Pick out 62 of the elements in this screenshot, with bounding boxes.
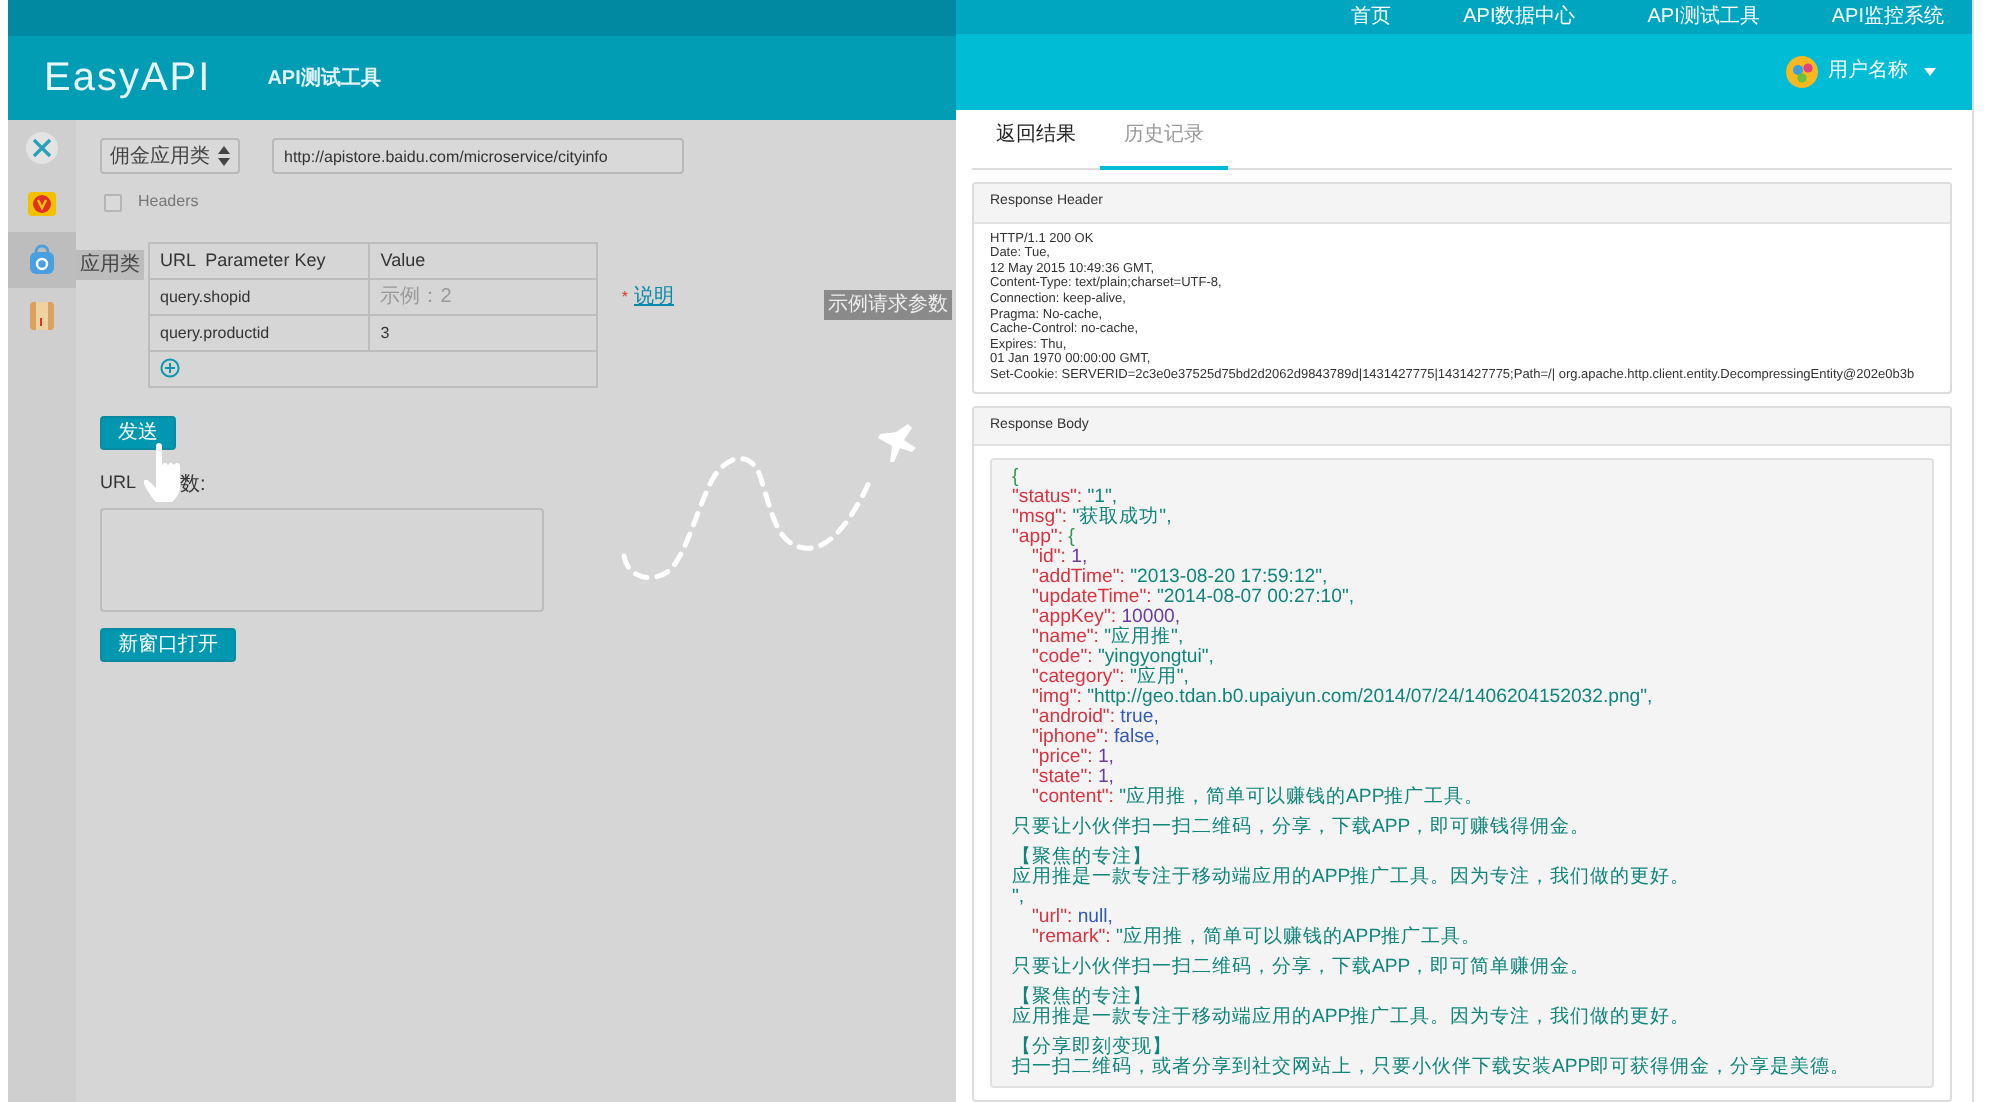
page-subtitle: API测试工具: [267, 65, 381, 93]
url-field[interactable]: http://apistore.baidu.com/microservice/cityinfo: [272, 138, 684, 174]
table-cell: query.shopid: [149, 279, 370, 315]
logo: EasyAPI: [44, 54, 212, 104]
add-icon[interactable]: [160, 358, 180, 379]
nav-link[interactable]: API数据中心: [1463, 1, 1576, 32]
book-icon: [26, 300, 58, 332]
nav-link[interactable]: API测试工具: [1647, 1, 1760, 32]
user-name[interactable]: 用户名称: [1828, 56, 1908, 87]
json-line: {: [1012, 468, 1021, 488]
avatar: [1786, 55, 1818, 88]
json-line: 只要让小伙伴扫一扫二维码，分享，下载APP，即可简单赚佣金。: [1012, 958, 1593, 978]
json-line: "app": {: [1012, 528, 1077, 548]
value-field[interactable]: 3: [369, 315, 597, 351]
tooltip: 示例请求参数: [824, 290, 952, 321]
url-label: 数:: [180, 472, 206, 500]
json-line: "category": "应用",: [1032, 668, 1191, 688]
json-line: "remark": "应用推，简单可以赚钱的APP推广工具。: [1030, 928, 1484, 948]
json-line: "updateTime": "2014-08-07 00:27:10",: [1032, 588, 1357, 608]
json-line: 【聚焦的专注】: [1012, 988, 1152, 1008]
badge-icon: [26, 188, 58, 220]
json-line: 只要让小伙伴扫一扫二维码，分享，下载APP，即可赚钱得佣金。: [1012, 818, 1593, 838]
json-line: 应用推是一款专注于移动端应用的APP推广工具。因为专注，我们做的更好。: [1012, 868, 1693, 888]
caret-icon[interactable]: [1924, 67, 1936, 76]
column-header: Value: [369, 243, 597, 279]
note-link[interactable]: 说明: [634, 286, 674, 308]
result-tab[interactable]: 返回结果: [972, 120, 1100, 171]
tooltip: 应用类: [76, 250, 144, 280]
category-select[interactable]: 佣金应用类: [100, 138, 240, 174]
json-line: "id": 1,: [1032, 548, 1090, 568]
headers-checkbox[interactable]: [104, 193, 122, 211]
json-line: "name": "应用推",: [1032, 628, 1186, 648]
json-line: 【聚焦的专注】: [1012, 848, 1152, 868]
json-line: "android": true,: [1032, 708, 1161, 728]
json-line: "price": 1,: [1032, 748, 1116, 768]
result-tab[interactable]: 历史记录: [1100, 120, 1228, 171]
nav-link[interactable]: API监控系统: [1831, 1, 1944, 32]
json-line: "state": 1,: [1032, 768, 1116, 788]
json-line: "img": "http://geo.tdan.b0.upaiyun.com/2014/07/24/1406204152032.png",: [1032, 688, 1655, 708]
json-line: 扫一扫二维码，或者分享到社交网站上，只要小伙伴下载安装APP即可获得佣金，分享是美德。: [1012, 1058, 1853, 1078]
json-line: "appKey": 10000,: [1032, 608, 1183, 628]
json-line: "content": "应用推，简单可以赚钱的APP推广工具。: [1032, 788, 1487, 808]
json-line: "iphone": false,: [1032, 728, 1162, 748]
spinner-icon: [218, 146, 230, 166]
json-line: "msg": "获取成功",: [1012, 508, 1174, 528]
column-header: URL Parameter Key: [149, 243, 370, 279]
send-button[interactable]: 发送: [100, 416, 176, 450]
url-label: URL: [100, 470, 137, 496]
result-textarea[interactable]: [100, 508, 544, 612]
nav-link[interactable]: 首页: [1351, 1, 1392, 32]
json-line: 【分享即刻变现】: [1012, 1038, 1172, 1058]
open-window-button[interactable]: 新窗口打开: [100, 628, 236, 662]
required-mark: *: [621, 288, 628, 306]
json-line: "addTime": "2013-08-20 17:59:12",: [1032, 568, 1330, 588]
json-line: "code": "yingyongtui",: [1032, 648, 1216, 668]
value-field[interactable]: 示例：2: [369, 279, 597, 315]
json-line: "url": null,: [1030, 908, 1115, 928]
table-cell: query.productid: [149, 315, 370, 351]
json-line: "status": "1",: [1012, 488, 1118, 508]
json-line: ",: [1012, 888, 1027, 908]
headers-label: Headers: [138, 190, 199, 214]
json-line: 应用推是一款专注于移动端应用的APP推广工具。因为专注，我们做的更好。: [1012, 1008, 1693, 1028]
